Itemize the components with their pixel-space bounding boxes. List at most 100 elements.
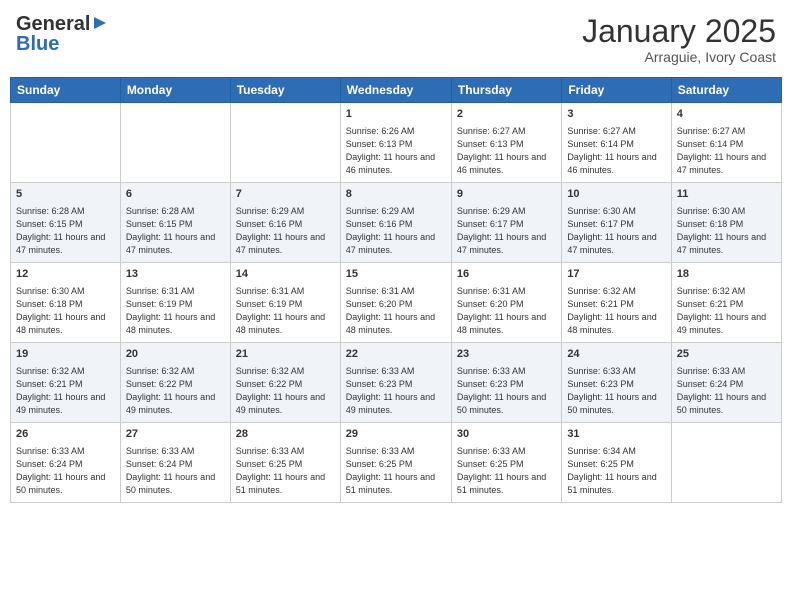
calendar-day-15: 15Sunrise: 6:31 AMSunset: 6:20 PMDayligh…	[340, 263, 451, 343]
calendar-day-23: 23Sunrise: 6:33 AMSunset: 6:23 PMDayligh…	[451, 343, 561, 423]
calendar-day-25: 25 Sunrise: 6:33 AMSunset: 6:24 PMDayligh…	[671, 343, 781, 423]
calendar-day-1: 1 Sunrise: 6:26 AMSunset: 6:13 PMDaylight…	[340, 103, 451, 183]
day-number: 25	[677, 347, 776, 362]
day-info: Sunrise: 6:31 AMSunset: 6:19 PMDaylight:…	[236, 286, 325, 336]
page-header: General Blue January 2025 Arraguie, Ivor…	[10, 10, 782, 69]
day-number: 24	[567, 347, 665, 362]
day-info: Sunrise: 6:33 AMSunset: 6:23 PMDaylight:…	[346, 366, 435, 416]
day-number: 16	[457, 267, 556, 282]
col-header-thursday: Thursday	[451, 78, 561, 103]
day-info: Sunrise: 6:32 AMSunset: 6:22 PMDaylight:…	[236, 366, 325, 416]
col-header-friday: Friday	[562, 78, 671, 103]
calendar-day-13: 13 Sunrise: 6:31 AMSunset: 6:19 PMDayligh…	[120, 263, 230, 343]
logo-general-text: General	[16, 14, 90, 34]
calendar-day-6: 6 Sunrise: 6:28 AMSunset: 6:15 PMDaylight…	[120, 183, 230, 263]
calendar-day-21: 21 Sunrise: 6:32 AMSunset: 6:22 PMDayligh…	[230, 343, 340, 423]
day-number: 5	[16, 187, 115, 202]
calendar-day-19: 19 Sunrise: 6:32 AMSunset: 6:21 PMDayligh…	[11, 343, 121, 423]
calendar-empty-cell	[230, 103, 340, 183]
calendar-day-2: 2 Sunrise: 6:27 AMSunset: 6:13 PMDaylight…	[451, 103, 561, 183]
day-info: Sunrise: 6:31 AMSunset: 6:20 PMDaylight:…	[457, 286, 546, 336]
calendar-week-3: 12 Sunrise: 6:30 AMSunset: 6:18 PMDayligh…	[11, 263, 782, 343]
calendar-day-31: 31 Sunrise: 6:34 AMSunset: 6:25 PMDayligh…	[562, 423, 671, 503]
day-number: 11	[677, 187, 776, 202]
calendar-day-7: 7 Sunrise: 6:29 AMSunset: 6:16 PMDaylight…	[230, 183, 340, 263]
day-info: Sunrise: 6:29 AMSunset: 6:16 PMDaylight:…	[236, 206, 325, 256]
day-number: 21	[236, 347, 335, 362]
calendar-day-8: 8Sunrise: 6:29 AMSunset: 6:16 PMDaylight…	[340, 183, 451, 263]
calendar-day-20: 20 Sunrise: 6:32 AMSunset: 6:22 PMDayligh…	[120, 343, 230, 423]
day-info: Sunrise: 6:31 AMSunset: 6:19 PMDaylight:…	[126, 286, 215, 336]
day-number: 14	[236, 267, 335, 282]
calendar-day-22: 22 Sunrise: 6:33 AMSunset: 6:23 PMDayligh…	[340, 343, 451, 423]
calendar-day-3: 3 Sunrise: 6:27 AMSunset: 6:14 PMDaylight…	[562, 103, 671, 183]
calendar-day-12: 12 Sunrise: 6:30 AMSunset: 6:18 PMDayligh…	[11, 263, 121, 343]
calendar-day-30: 30 Sunrise: 6:33 AMSunset: 6:25 PMDayligh…	[451, 423, 561, 503]
location-title: Arraguie, Ivory Coast	[582, 49, 776, 65]
day-number: 10	[567, 187, 665, 202]
calendar-day-17: 17 Sunrise: 6:32 AMSunset: 6:21 PMDayligh…	[562, 263, 671, 343]
day-info: Sunrise: 6:33 AMSunset: 6:24 PMDaylight:…	[677, 366, 766, 416]
logo-blue-text: Blue	[16, 34, 59, 54]
col-header-monday: Monday	[120, 78, 230, 103]
day-info: Sunrise: 6:30 AMSunset: 6:17 PMDaylight:…	[567, 206, 656, 256]
calendar-week-5: 26Sunrise: 6:33 AMSunset: 6:24 PMDayligh…	[11, 423, 782, 503]
calendar-day-10: 10 Sunrise: 6:30 AMSunset: 6:17 PMDayligh…	[562, 183, 671, 263]
day-number: 3	[567, 107, 665, 122]
col-header-wednesday: Wednesday	[340, 78, 451, 103]
day-info: Sunrise: 6:33 AMSunset: 6:25 PMDaylight:…	[236, 446, 325, 496]
day-info: Sunrise: 6:27 AMSunset: 6:13 PMDaylight:…	[457, 126, 546, 176]
calendar-day-16: 16 Sunrise: 6:31 AMSunset: 6:20 PMDayligh…	[451, 263, 561, 343]
day-number: 27	[126, 427, 225, 442]
day-number: 4	[677, 107, 776, 122]
day-number: 6	[126, 187, 225, 202]
day-number: 13	[126, 267, 225, 282]
col-header-tuesday: Tuesday	[230, 78, 340, 103]
day-number: 26	[16, 427, 115, 442]
calendar-day-26: 26Sunrise: 6:33 AMSunset: 6:24 PMDayligh…	[11, 423, 121, 503]
day-number: 9	[457, 187, 556, 202]
calendar-day-4: 4 Sunrise: 6:27 AMSunset: 6:14 PMDaylight…	[671, 103, 781, 183]
day-info: Sunrise: 6:26 AMSunset: 6:13 PMDaylight:…	[346, 126, 435, 176]
day-info: Sunrise: 6:32 AMSunset: 6:22 PMDaylight:…	[126, 366, 215, 416]
day-number: 12	[16, 267, 115, 282]
day-info: Sunrise: 6:34 AMSunset: 6:25 PMDaylight:…	[567, 446, 656, 496]
calendar-week-2: 5 Sunrise: 6:28 AMSunset: 6:15 PMDaylight…	[11, 183, 782, 263]
day-number: 29	[346, 427, 446, 442]
day-info: Sunrise: 6:28 AMSunset: 6:15 PMDaylight:…	[126, 206, 215, 256]
day-number: 1	[346, 107, 446, 122]
day-number: 28	[236, 427, 335, 442]
day-info: Sunrise: 6:33 AMSunset: 6:25 PMDaylight:…	[457, 446, 546, 496]
calendar-week-1: 1 Sunrise: 6:26 AMSunset: 6:13 PMDaylight…	[11, 103, 782, 183]
calendar-header-row: SundayMondayTuesdayWednesdayThursdayFrid…	[11, 78, 782, 103]
calendar-table: SundayMondayTuesdayWednesdayThursdayFrid…	[10, 77, 782, 503]
calendar-day-28: 28 Sunrise: 6:33 AMSunset: 6:25 PMDayligh…	[230, 423, 340, 503]
day-info: Sunrise: 6:27 AMSunset: 6:14 PMDaylight:…	[677, 126, 766, 176]
day-info: Sunrise: 6:33 AMSunset: 6:23 PMDaylight:…	[457, 366, 546, 416]
day-info: Sunrise: 6:27 AMSunset: 6:14 PMDaylight:…	[567, 126, 656, 176]
calendar-day-29: 29Sunrise: 6:33 AMSunset: 6:25 PMDayligh…	[340, 423, 451, 503]
day-info: Sunrise: 6:32 AMSunset: 6:21 PMDaylight:…	[16, 366, 105, 416]
calendar-day-27: 27Sunrise: 6:33 AMSunset: 6:24 PMDayligh…	[120, 423, 230, 503]
day-number: 17	[567, 267, 665, 282]
day-number: 19	[16, 347, 115, 362]
day-info: Sunrise: 6:30 AMSunset: 6:18 PMDaylight:…	[677, 206, 766, 256]
day-info: Sunrise: 6:30 AMSunset: 6:18 PMDaylight:…	[16, 286, 105, 336]
calendar-empty-cell	[120, 103, 230, 183]
calendar-week-4: 19 Sunrise: 6:32 AMSunset: 6:21 PMDayligh…	[11, 343, 782, 423]
day-number: 30	[457, 427, 556, 442]
day-info: Sunrise: 6:32 AMSunset: 6:21 PMDaylight:…	[677, 286, 766, 336]
calendar-empty-cell	[11, 103, 121, 183]
calendar-empty-cell	[671, 423, 781, 503]
calendar-day-11: 11 Sunrise: 6:30 AMSunset: 6:18 PMDayligh…	[671, 183, 781, 263]
month-title: January 2025	[582, 14, 776, 49]
day-number: 7	[236, 187, 335, 202]
day-number: 2	[457, 107, 556, 122]
day-number: 20	[126, 347, 225, 362]
day-number: 8	[346, 187, 446, 202]
calendar-day-14: 14 Sunrise: 6:31 AMSunset: 6:19 PMDayligh…	[230, 263, 340, 343]
day-number: 31	[567, 427, 665, 442]
day-info: Sunrise: 6:33 AMSunset: 6:23 PMDaylight:…	[567, 366, 656, 416]
day-info: Sunrise: 6:32 AMSunset: 6:21 PMDaylight:…	[567, 286, 656, 336]
day-number: 22	[346, 347, 446, 362]
